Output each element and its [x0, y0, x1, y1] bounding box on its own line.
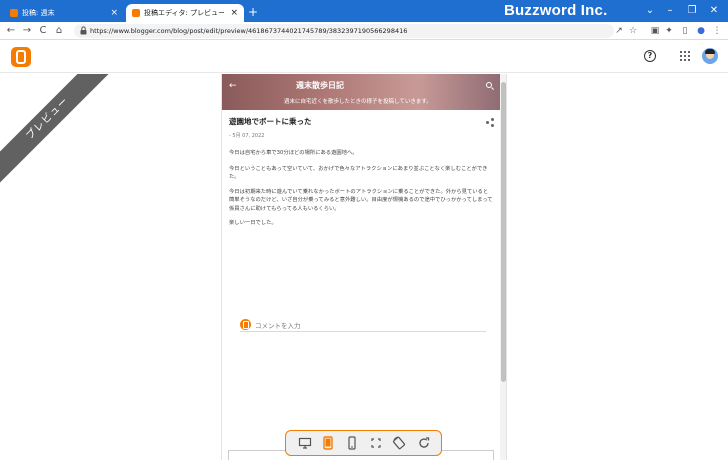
forward-button[interactable]: →: [20, 22, 34, 40]
tab-close-button[interactable]: ×: [110, 8, 118, 18]
back-button[interactable]: ←: [4, 22, 18, 40]
blogger-icon: [240, 319, 251, 330]
tab-label: 投稿: 週末: [22, 9, 55, 17]
tab-preview[interactable]: 投稿エディタ: プレビュー ×: [126, 4, 244, 22]
search-icon[interactable]: [486, 82, 492, 88]
post-paragraph: 今日は自宅から車で30分ほどの場所にある遊園地へ。: [229, 150, 358, 156]
tab-close-button[interactable]: ×: [230, 8, 238, 18]
share-icon[interactable]: ↗: [612, 22, 626, 40]
reload-button[interactable]: C: [36, 22, 50, 40]
help-icon[interactable]: ?: [644, 50, 656, 62]
rotate-icon[interactable]: [392, 436, 406, 450]
menu-icon[interactable]: ⋮: [710, 22, 724, 40]
address-bar: ← → C ⌂ https://www.blogger.com/blog/pos…: [0, 22, 728, 40]
scrollbar[interactable]: [500, 74, 506, 460]
blog-header: ← 週末散歩日記 週末に自宅近くを散歩したときの様子を投稿していきます。: [222, 74, 502, 110]
tab-search-button[interactable]: ⌄: [640, 0, 660, 22]
url-text: https://www.blogger.com/blog/post/edit/p…: [90, 27, 408, 35]
preview-toolbar: [285, 430, 442, 456]
maximize-button[interactable]: ❐: [682, 0, 702, 22]
tab-post-list[interactable]: 投稿: 週末 ×: [4, 4, 124, 22]
post-paragraph: 楽しい一日でした。: [229, 220, 277, 226]
scrollbar-thumb[interactable]: [501, 82, 506, 382]
blogger-logo-icon[interactable]: [11, 47, 31, 67]
puzzle-icon[interactable]: ✦: [662, 22, 676, 40]
tab-label: 投稿エディタ: プレビュー: [144, 9, 225, 17]
post-paragraph: 今日は初期来た時に遊んでいて乗れなかったボートのアトラクションに乗ることができた…: [229, 189, 493, 212]
blog-title[interactable]: 週末散歩日記: [296, 80, 344, 91]
home-button[interactable]: ⌂: [52, 22, 66, 40]
share-icon[interactable]: [486, 118, 494, 127]
tablet-icon[interactable]: [321, 436, 335, 450]
bookmark-icon[interactable]: ☆: [626, 22, 640, 40]
sidepanel-icon[interactable]: ▯: [678, 22, 692, 40]
tab-strip: 投稿: 週末 × 投稿エディタ: プレビュー × + Buzzword Inc.…: [0, 0, 728, 22]
comment-field[interactable]: コメントを入力: [240, 318, 486, 332]
desktop-icon[interactable]: [298, 436, 312, 450]
refresh-icon[interactable]: [417, 436, 431, 450]
post-paragraph: 今日ということもあって空いていて、おかげで色々なアトラクションにあまり並ぶことな…: [229, 166, 488, 181]
minimize-button[interactable]: –: [660, 0, 680, 22]
comment-placeholder: コメントを入力: [255, 322, 301, 330]
preview-frame: ← 週末散歩日記 週末に自宅近くを散歩したときの様子を投稿していきます。 遊園地…: [221, 74, 507, 460]
url-input[interactable]: https://www.blogger.com/blog/post/edit/p…: [74, 24, 614, 38]
blogger-header: ?: [0, 41, 728, 73]
phone-icon[interactable]: [345, 436, 359, 450]
avatar[interactable]: [702, 48, 718, 64]
close-window-button[interactable]: ✕: [704, 0, 724, 22]
extension-icon[interactable]: ▣: [648, 22, 662, 40]
apps-grid-icon[interactable]: [680, 51, 690, 61]
post-title: 遊園地でボートに乗った: [229, 117, 312, 126]
brand-watermark: Buzzword Inc.: [504, 2, 608, 19]
lock-icon: [80, 26, 87, 35]
post-date: - 5月 07, 2022: [229, 133, 265, 139]
browser-window: 投稿: 週末 × 投稿エディタ: プレビュー × + Buzzword Inc.…: [0, 0, 728, 460]
blogger-icon: [10, 9, 18, 17]
preview-ribbon-label: プレビュー: [0, 74, 120, 191]
blog-description: 週末に自宅近くを散歩したときの様子を投稿していきます。: [284, 99, 432, 105]
new-tab-button[interactable]: +: [248, 5, 258, 19]
preview-ribbon: プレビュー: [0, 74, 120, 194]
profile-icon[interactable]: ●: [694, 22, 708, 40]
fullscreen-icon[interactable]: [369, 436, 383, 450]
back-arrow-icon[interactable]: ←: [229, 81, 237, 91]
blogger-icon: [132, 9, 140, 17]
